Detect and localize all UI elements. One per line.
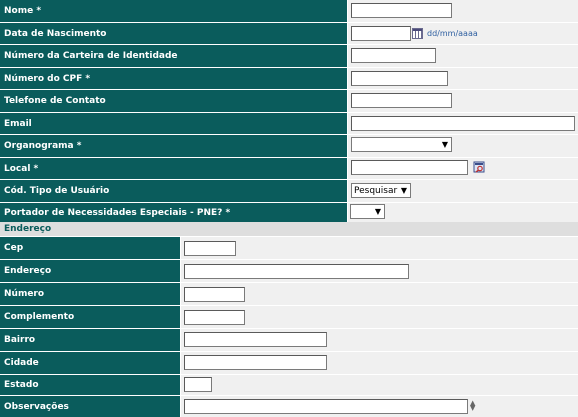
row-cep: Cep bbox=[0, 237, 578, 259]
field-cell-data-nascimento: dd/mm/aaaa bbox=[348, 23, 578, 44]
row-numero: Número bbox=[0, 283, 578, 305]
field-cell-cidade bbox=[181, 352, 578, 374]
field-cell-tipo-usuario: Pesquisar ▼ bbox=[348, 180, 578, 202]
row-observacoes: Observações ▲ ▼ bbox=[0, 396, 578, 417]
label-cep: Cep bbox=[0, 237, 180, 259]
field-cell-cpf bbox=[348, 68, 578, 89]
field-cell-endereco bbox=[181, 260, 578, 282]
tipo-usuario-selected: Pesquisar bbox=[354, 185, 398, 196]
row-cidade: Cidade bbox=[0, 352, 578, 374]
textarea-resize-icon[interactable]: ▲ ▼ bbox=[470, 400, 475, 412]
label-email: Email bbox=[0, 113, 347, 134]
row-data-nascimento: Data de Nascimento dd/mm/aaaa bbox=[0, 23, 578, 44]
estado-input[interactable] bbox=[184, 377, 212, 392]
row-nome: Nome * bbox=[0, 0, 578, 22]
label-local: Local * bbox=[0, 158, 347, 179]
label-observacoes: Observações bbox=[0, 396, 180, 417]
endereco-input[interactable] bbox=[184, 264, 409, 279]
row-pne: Portador de Necessidades Especiais - PNE… bbox=[0, 203, 578, 222]
tipo-usuario-select[interactable]: Pesquisar ▼ bbox=[351, 183, 411, 198]
row-organograma: Organograma * ▼ bbox=[0, 135, 578, 157]
cpf-input[interactable] bbox=[351, 71, 448, 86]
field-cell-telefone bbox=[348, 90, 578, 112]
field-cell-estado bbox=[181, 375, 578, 395]
field-cell-pne: ▼ bbox=[348, 203, 578, 222]
section-endereco: Endereço bbox=[0, 222, 578, 236]
row-cpf: Número do CPF * bbox=[0, 68, 578, 89]
numero-input[interactable] bbox=[184, 287, 245, 302]
row-bairro: Bairro bbox=[0, 329, 578, 351]
row-identidade: Número da Carteira de Identidade bbox=[0, 45, 578, 67]
field-cell-bairro bbox=[181, 329, 578, 351]
row-email: Email bbox=[0, 113, 578, 134]
field-cell-email bbox=[348, 113, 578, 134]
cep-input[interactable] bbox=[184, 241, 236, 256]
nome-input[interactable] bbox=[351, 3, 452, 18]
label-endereco: Endereço bbox=[0, 260, 180, 282]
data-nascimento-input[interactable] bbox=[351, 26, 411, 41]
field-cell-numero bbox=[181, 283, 578, 305]
observacoes-textarea[interactable] bbox=[184, 399, 468, 414]
label-numero: Número bbox=[0, 283, 180, 305]
user-registration-form: Nome * Data de Nascimento dd/mm/aaaa Núm… bbox=[0, 0, 578, 417]
telefone-input[interactable] bbox=[351, 93, 452, 108]
label-tipo-usuario: Cód. Tipo de Usuário bbox=[0, 180, 347, 202]
field-cell-nome bbox=[348, 0, 578, 22]
label-cidade: Cidade bbox=[0, 352, 180, 374]
label-bairro: Bairro bbox=[0, 329, 180, 351]
label-complemento: Complemento bbox=[0, 306, 180, 328]
field-cell-organograma: ▼ bbox=[348, 135, 578, 157]
field-cell-observacoes: ▲ ▼ bbox=[181, 396, 578, 417]
organograma-select[interactable]: ▼ bbox=[351, 137, 452, 152]
cidade-input[interactable] bbox=[184, 355, 327, 370]
identidade-input[interactable] bbox=[351, 48, 436, 63]
chevron-down-icon: ▼ bbox=[441, 140, 448, 149]
field-cell-complemento bbox=[181, 306, 578, 328]
pne-select[interactable]: ▼ bbox=[350, 204, 385, 219]
label-nome: Nome * bbox=[0, 0, 347, 22]
calendar-icon[interactable] bbox=[412, 28, 423, 39]
label-telefone: Telefone de Contato bbox=[0, 90, 347, 112]
field-cell-cep bbox=[181, 237, 578, 259]
local-input[interactable] bbox=[351, 160, 468, 175]
row-endereco: Endereço bbox=[0, 260, 578, 282]
field-cell-local bbox=[348, 158, 578, 179]
email-input[interactable] bbox=[351, 116, 575, 131]
date-format-hint: dd/mm/aaaa bbox=[427, 29, 478, 38]
label-organograma: Organograma * bbox=[0, 135, 347, 157]
label-estado: Estado bbox=[0, 375, 180, 395]
chevron-down-icon: ▼ bbox=[374, 207, 381, 216]
label-cpf: Número do CPF * bbox=[0, 68, 347, 89]
row-tipo-usuario: Cód. Tipo de Usuário Pesquisar ▼ bbox=[0, 180, 578, 202]
field-cell-identidade bbox=[348, 45, 578, 67]
row-complemento: Complemento bbox=[0, 306, 578, 328]
search-icon[interactable] bbox=[473, 161, 485, 173]
complemento-input[interactable] bbox=[184, 310, 245, 325]
bairro-input[interactable] bbox=[184, 332, 327, 347]
label-identidade: Número da Carteira de Identidade bbox=[0, 45, 347, 67]
label-data-nascimento: Data de Nascimento bbox=[0, 23, 347, 44]
row-estado: Estado bbox=[0, 375, 578, 395]
row-telefone: Telefone de Contato bbox=[0, 90, 578, 112]
row-local: Local * bbox=[0, 158, 578, 179]
label-pne: Portador de Necessidades Especiais - PNE… bbox=[0, 203, 347, 222]
chevron-down-icon: ▼ bbox=[400, 186, 407, 195]
